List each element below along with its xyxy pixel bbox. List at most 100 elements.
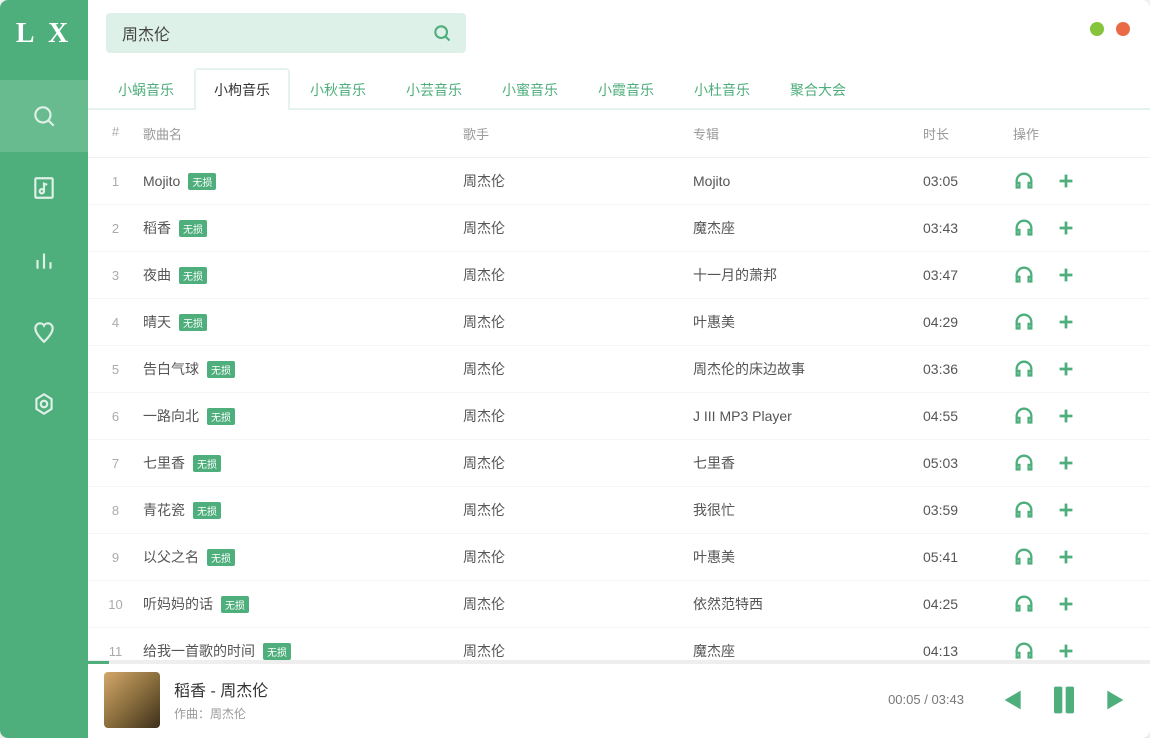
nav-favorites[interactable] [0,296,88,368]
song-row[interactable]: 1 Mojito 无损 周杰伦 Mojito 03:05 [88,158,1150,205]
heart-icon [31,319,57,345]
minimize-button[interactable] [1090,22,1104,36]
source-tab[interactable]: 小蜜音乐 [482,68,578,110]
song-row[interactable]: 2 稻香 无损 周杰伦 魔杰座 03:43 [88,205,1150,252]
song-album: 十一月的萧邦 [693,265,923,285]
song-num: 11 [88,644,143,659]
song-num: 2 [88,221,143,236]
add-icon[interactable] [1055,593,1077,615]
app-logo: L X [16,18,72,50]
search-icon [31,103,57,129]
listen-icon[interactable] [1013,217,1035,239]
progress-fill [88,661,109,664]
listen-icon[interactable] [1013,452,1035,474]
song-duration: 05:41 [923,549,1013,565]
add-icon[interactable] [1055,170,1077,192]
add-icon[interactable] [1055,311,1077,333]
song-row[interactable]: 6 一路向北 无损 周杰伦 J III MP3 Player 04:55 [88,393,1150,440]
song-name: 稻香 [143,218,171,238]
header-album: 专辑 [693,124,923,143]
close-button[interactable] [1116,22,1130,36]
header-duration: 时长 [923,124,1013,143]
add-icon[interactable] [1055,264,1077,286]
listen-icon[interactable] [1013,499,1035,521]
quality-badge: 无损 [179,267,207,284]
song-row[interactable]: 10 听妈妈的话 无损 周杰伦 依然范特西 04:25 [88,581,1150,628]
quality-badge: 无损 [207,361,235,378]
add-icon[interactable] [1055,546,1077,568]
nav-charts[interactable] [0,224,88,296]
source-tab[interactable]: 小蜗音乐 [98,68,194,110]
add-icon[interactable] [1055,499,1077,521]
song-name: 以父之名 [143,547,199,567]
listen-icon[interactable] [1013,593,1035,615]
song-duration: 04:55 [923,408,1013,424]
song-artist: 周杰伦 [463,312,693,332]
track-meta: 作曲：周杰伦 [174,705,888,722]
listen-icon[interactable] [1013,405,1035,427]
listen-icon[interactable] [1013,640,1035,660]
add-icon[interactable] [1055,640,1077,660]
song-album: 周杰伦的床边故事 [693,359,923,379]
add-icon[interactable] [1055,405,1077,427]
song-name: 给我一首歌的时间 [143,641,255,660]
song-artist: 周杰伦 [463,265,693,285]
listen-icon[interactable] [1013,311,1035,333]
song-row[interactable]: 3 夜曲 无损 周杰伦 十一月的萧邦 03:47 [88,252,1150,299]
song-num: 3 [88,268,143,283]
song-row[interactable]: 7 七里香 无损 周杰伦 七里香 05:03 [88,440,1150,487]
pause-button[interactable] [1044,680,1084,720]
album-art[interactable] [104,672,160,728]
listen-icon[interactable] [1013,358,1035,380]
source-tab[interactable]: 小枸音乐 [194,68,290,110]
song-name: Mojito [143,173,180,189]
header-action: 操作 [1013,124,1150,143]
next-button[interactable] [1102,684,1134,716]
nav-search[interactable] [0,80,88,152]
song-album: 叶惠美 [693,547,923,567]
song-album: 魔杰座 [693,218,923,238]
song-num: 6 [88,409,143,424]
add-icon[interactable] [1055,358,1077,380]
music-file-icon [31,175,57,201]
quality-badge: 无损 [221,596,249,613]
song-artist: 周杰伦 [463,500,693,520]
source-tab[interactable]: 小秋音乐 [290,68,386,110]
source-tab[interactable]: 小霞音乐 [578,68,674,110]
song-num: 8 [88,503,143,518]
listen-icon[interactable] [1013,264,1035,286]
song-row[interactable]: 9 以父之名 无损 周杰伦 叶惠美 05:41 [88,534,1150,581]
song-album: Mojito [693,173,923,189]
add-icon[interactable] [1055,452,1077,474]
quality-badge: 无损 [207,549,235,566]
nav-library[interactable] [0,152,88,224]
progress-bar[interactable] [88,661,1150,664]
chart-icon [31,247,57,273]
song-artist: 周杰伦 [463,594,693,614]
song-row[interactable]: 11 给我一首歌的时间 无损 周杰伦 魔杰座 04:13 [88,628,1150,660]
source-tab[interactable]: 聚合大会 [770,68,866,110]
search-input[interactable] [106,24,432,42]
song-row[interactable]: 8 青花瓷 无损 周杰伦 我很忙 03:59 [88,487,1150,534]
song-artist: 周杰伦 [463,453,693,473]
song-row[interactable]: 5 告白气球 无损 周杰伦 周杰伦的床边故事 03:36 [88,346,1150,393]
song-duration: 03:05 [923,173,1013,189]
song-name: 夜曲 [143,265,171,285]
listen-icon[interactable] [1013,546,1035,568]
source-tab[interactable]: 小杜音乐 [674,68,770,110]
song-num: 9 [88,550,143,565]
song-album: 魔杰座 [693,641,923,660]
source-tab[interactable]: 小芸音乐 [386,68,482,110]
add-icon[interactable] [1055,217,1077,239]
listen-icon[interactable] [1013,170,1035,192]
song-duration: 04:25 [923,596,1013,612]
nav-settings[interactable] [0,368,88,440]
search-submit-icon[interactable] [432,23,452,43]
quality-badge: 无损 [207,408,235,425]
song-album: 叶惠美 [693,312,923,332]
song-num: 7 [88,456,143,471]
song-album: 我很忙 [693,500,923,520]
song-row[interactable]: 4 晴天 无损 周杰伦 叶惠美 04:29 [88,299,1150,346]
prev-button[interactable] [994,684,1026,716]
song-album: J III MP3 Player [693,408,923,424]
